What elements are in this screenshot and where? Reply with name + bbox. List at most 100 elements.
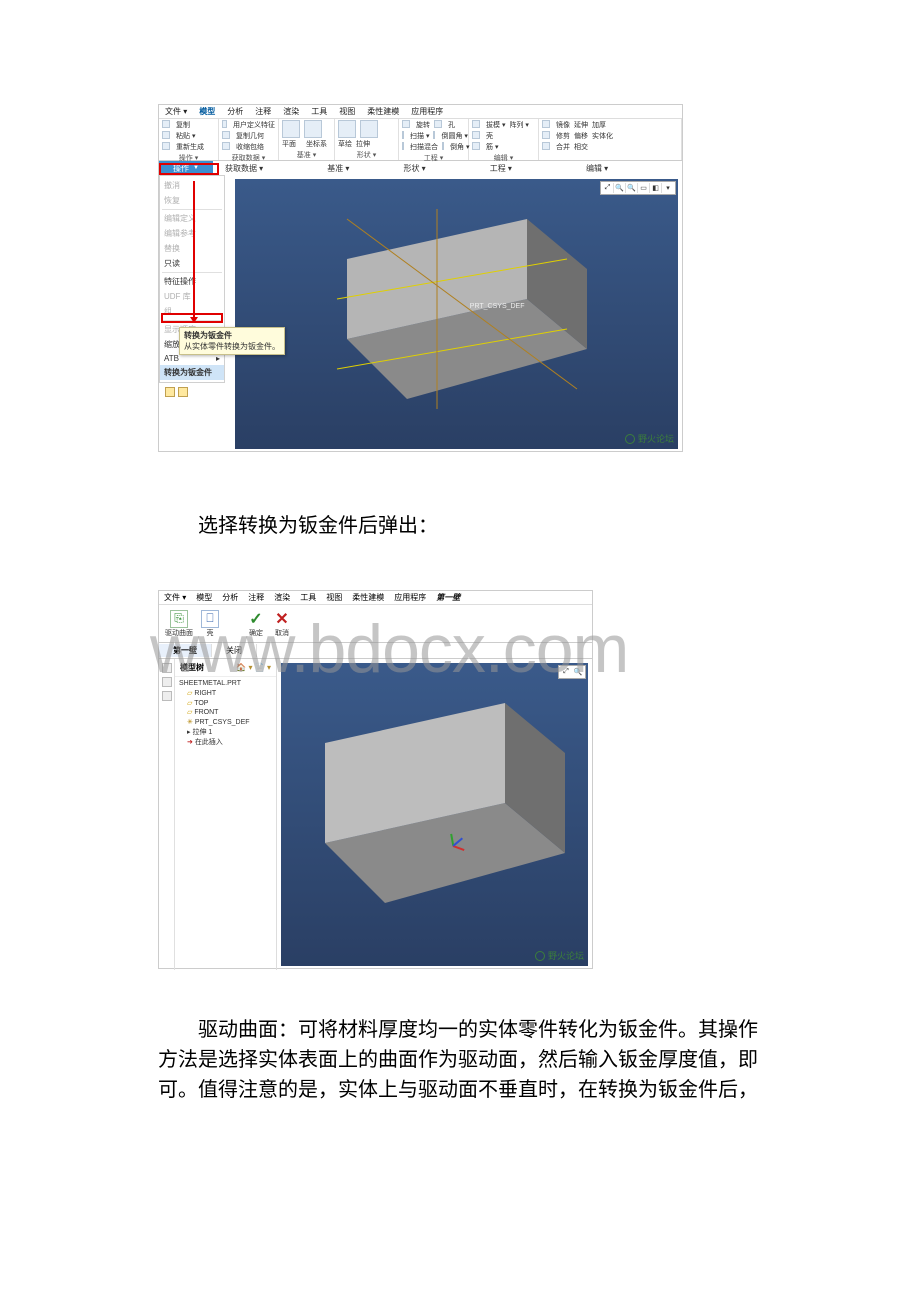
menu-annotate[interactable]: 注释 (255, 106, 271, 117)
menu-flex[interactable]: 柔性建模 (367, 106, 399, 117)
menu-replace[interactable]: 替换 (160, 241, 224, 256)
menu-model[interactable]: 模型 (196, 592, 212, 603)
ribbon-draft[interactable]: 拔模 ▾ (486, 120, 505, 130)
tree-front-plane[interactable]: FRONT (179, 708, 272, 718)
ok-button[interactable]: ✓ 确定 (247, 610, 265, 638)
ribbon-blend[interactable]: 扫描混合 (410, 142, 438, 152)
tab-firstwall[interactable]: 第一壁 (159, 644, 212, 657)
plane-icon[interactable] (282, 120, 300, 138)
menu-analyze[interactable]: 分析 (227, 106, 243, 117)
shell-icon[interactable] (472, 131, 480, 139)
driving-surface-button[interactable]: ⎘ 驱动曲面 (165, 610, 193, 638)
sweep-icon[interactable] (402, 131, 404, 139)
home-icon[interactable] (165, 387, 175, 397)
ribbon-merge[interactable]: 合并 (556, 142, 570, 152)
ribbon-trim[interactable]: 修剪 (556, 131, 570, 141)
operations-dropdown-button[interactable]: 操作 (159, 161, 213, 175)
menu-file[interactable]: 文件 ▾ (165, 106, 187, 117)
sub-edit[interactable]: 编辑 ▾ (574, 163, 620, 174)
sub-datum[interactable]: 基准 ▾ (315, 163, 361, 174)
menu-view[interactable]: 视图 (339, 106, 355, 117)
ribbon-rib[interactable]: 筋 ▾ (486, 142, 498, 152)
paste-icon[interactable] (162, 131, 170, 139)
menu-udflib[interactable]: UDF 库 (160, 289, 224, 304)
menu-convert-sheetmetal[interactable]: 转换为钣金件 (160, 365, 224, 380)
ribbon-ext[interactable]: 延伸 (574, 120, 588, 130)
shell-button[interactable]: ⎕ 壳 (201, 610, 219, 638)
menu-readonly[interactable]: 只读 (160, 256, 224, 271)
menu-tools[interactable]: 工具 (311, 106, 327, 117)
ribbon-udf[interactable]: 用户定义特征 (233, 120, 275, 130)
menu-file[interactable]: 文件 ▾ (164, 592, 186, 603)
menu-apps[interactable]: 应用程序 (411, 106, 443, 117)
ribbon-inter[interactable]: 相交 (574, 142, 588, 152)
menu-model[interactable]: 模型 (199, 106, 215, 117)
strip-icon-2[interactable] (162, 677, 172, 687)
extrude-icon[interactable] (360, 120, 378, 138)
tree-top-plane[interactable]: TOP (179, 699, 272, 709)
menu-editref[interactable]: 编辑参考 (160, 226, 224, 241)
rib-icon[interactable] (472, 142, 480, 150)
ribbon-copy[interactable]: 复制 (176, 120, 190, 130)
getdata-dropdown[interactable]: 获取数据 ▾ (213, 163, 275, 174)
menu-view[interactable]: 视图 (326, 592, 342, 603)
sub-eng[interactable]: 工程 ▾ (478, 163, 524, 174)
ribbon-sweep[interactable]: 扫描 ▾ (410, 131, 429, 141)
ribbon-regen[interactable]: 重新生成 (176, 142, 204, 152)
trim-icon[interactable] (542, 131, 550, 139)
vp-more-icon[interactable]: ▾ (662, 183, 674, 193)
revolve-icon[interactable] (402, 120, 410, 128)
menu-featureops[interactable]: 特征操作 (160, 274, 224, 289)
menu-apps[interactable]: 应用程序 (394, 592, 426, 603)
chamfer-icon[interactable] (442, 142, 444, 150)
cancel-button[interactable]: ✕ 取消 (273, 610, 291, 638)
menu-render[interactable]: 渲染 (274, 592, 290, 603)
ribbon-thick[interactable]: 加厚 (592, 120, 606, 130)
tree-right-plane[interactable]: RIGHT (179, 689, 272, 699)
round-icon[interactable] (433, 131, 435, 139)
vp-zoom-icon[interactable]: 🔍 (572, 667, 584, 677)
menu-render[interactable]: 渲染 (283, 106, 299, 117)
ribbon-shrink[interactable]: 收缩包络 (236, 142, 264, 152)
menu-analyze[interactable]: 分析 (222, 592, 238, 603)
tab-close[interactable]: 关闭 (212, 644, 257, 657)
ribbon-chamfer[interactable]: 倒角 ▾ (450, 142, 469, 152)
doc-icon[interactable] (178, 387, 188, 397)
sub-shape[interactable]: 形状 ▾ (391, 163, 437, 174)
ribbon-off[interactable]: 偏移 (574, 131, 588, 141)
menu-editdef[interactable]: 编辑定义 (160, 211, 224, 226)
vp-refit-icon[interactable]: ⤢ (560, 667, 572, 677)
vp-zoomin-icon[interactable]: 🔍 (614, 183, 626, 193)
csys-icon[interactable] (304, 120, 322, 138)
menu-tools[interactable]: 工具 (300, 592, 316, 603)
viewport-3d[interactable]: ⤢ 🔍 野火论坛 (281, 663, 588, 966)
ribbon-round[interactable]: 倒圆角 ▾ (441, 131, 467, 141)
hole-icon[interactable] (434, 120, 442, 128)
menu-annotate[interactable]: 注释 (248, 592, 264, 603)
vp-refit-icon[interactable]: ⤢ (602, 183, 614, 193)
copygeom-icon[interactable] (222, 131, 230, 139)
ribbon-mirror[interactable]: 镜像 (556, 120, 570, 130)
ribbon-revolve[interactable]: 旋转 (416, 120, 430, 130)
vp-display-icon[interactable]: ◧ (650, 183, 662, 193)
ribbon-paste[interactable]: 粘贴 ▾ (176, 131, 195, 141)
draft-icon[interactable] (472, 120, 480, 128)
copy-icon[interactable] (162, 120, 170, 128)
menu-redo[interactable]: 恢复 (160, 193, 224, 208)
udf-icon[interactable] (222, 120, 227, 128)
ribbon-sketch[interactable]: 草绘 (338, 139, 352, 149)
tree-csys[interactable]: PRT_CSYS_DEF (179, 718, 272, 728)
tree-root[interactable]: SHEETMETAL.PRT (179, 679, 272, 689)
blend-icon[interactable] (402, 142, 404, 150)
regen-icon[interactable] (162, 142, 170, 150)
mirror-icon[interactable] (542, 120, 550, 128)
model-tree[interactable]: SHEETMETAL.PRT RIGHT TOP FRONT PRT_CSYS_… (175, 677, 276, 970)
vp-zoomout-icon[interactable]: 🔍 (626, 183, 638, 193)
menu-undo[interactable]: 撤消 (160, 178, 224, 193)
menu-flex[interactable]: 柔性建模 (352, 592, 384, 603)
tree-toolbar[interactable]: 🏠 ▾ 📄 ▾ (236, 663, 271, 672)
contextual-tab-firstwall[interactable]: 第一壁 (436, 592, 460, 603)
ribbon-copygeom[interactable]: 复制几何 (236, 131, 264, 141)
ribbon-solid[interactable]: 实体化 (592, 131, 613, 141)
shrinkwrap-icon[interactable] (222, 142, 230, 150)
